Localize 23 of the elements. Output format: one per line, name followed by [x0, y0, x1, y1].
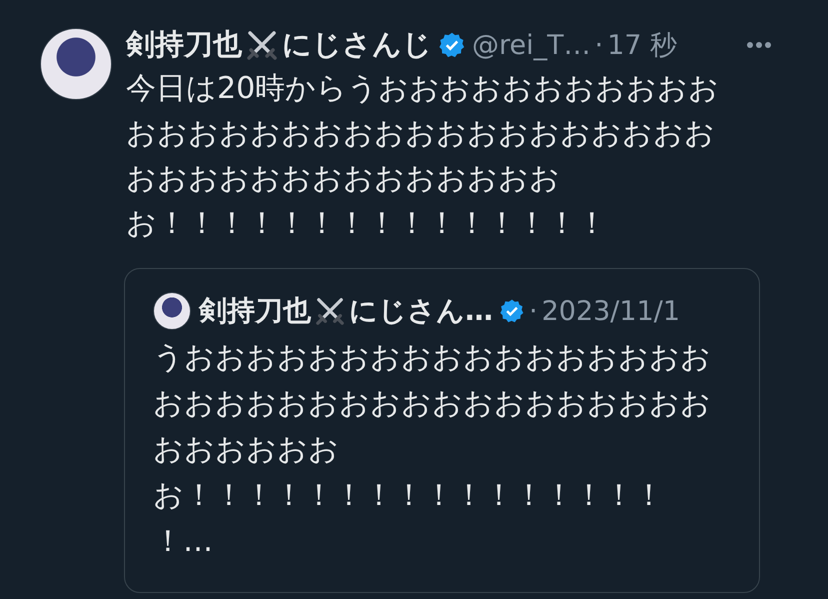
timestamp[interactable]: 17 秒 [607, 27, 678, 63]
more-options-icon[interactable] [746, 41, 772, 49]
quoted-text-line: うおおおおおおおおおおおおおおおおお [153, 339, 712, 377]
tweet-text-line: お！！！！！！！！！！！！！！！ [126, 205, 608, 243]
quoted-text-line: おおおおおお [153, 431, 340, 469]
quoted-display-name: 剣持刀也 [199, 293, 311, 329]
display-name[interactable]: にじさんじ [282, 25, 432, 65]
tweet-text-line: おおおおおおおおおおおおおおおおおおお [126, 115, 716, 153]
crossed-swords-icon [246, 29, 278, 61]
quoted-text-line: お！！！！！！！！！！！！！！！！ [153, 477, 665, 515]
quoted-avatar [153, 292, 191, 330]
quoted-tweet-card[interactable]: 剣持刀也 にじさん… ·2023/11/1 うおおおおおおおおおおおおおおおおお おおおおおおおおおおおおおおおおおお おおおおおお お！！！！！！！！！！！！！！！！ ！… [124, 268, 760, 593]
separator-dot: · [594, 30, 604, 60]
display-name[interactable]: 剣持刀也 [126, 25, 242, 65]
separator-dot: · [529, 296, 538, 326]
tweet-text-line: 今日は20時からうおおおおおおおおおおお [126, 70, 720, 108]
tweet-text-line: おおおおおおおおおおおおおお [126, 160, 561, 198]
crossed-swords-icon [315, 296, 345, 326]
user-handle[interactable]: @rei_T… [472, 30, 591, 60]
quoted-text-line: おおおおおおおおおおおおおおおおおお [153, 385, 712, 423]
quoted-date: 2023/11/1 [542, 296, 680, 326]
quoted-display-name: にじさん… [349, 293, 493, 329]
quoted-text-line: ！… [153, 523, 214, 561]
